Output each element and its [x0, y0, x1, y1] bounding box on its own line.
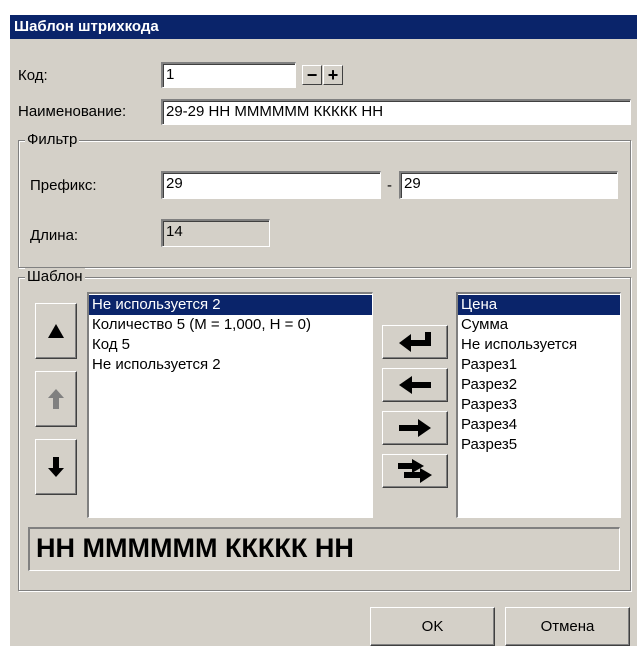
add-button[interactable] — [382, 368, 448, 402]
prefix-separator: - — [387, 177, 392, 194]
code-label: Код: — [18, 67, 48, 84]
code-field[interactable]: 1 — [161, 62, 296, 88]
template-group-title: Шаблон — [25, 268, 85, 285]
fields-list-item[interactable]: Разрез3 — [458, 395, 620, 415]
fields-list-item[interactable]: Сумма — [458, 315, 620, 335]
fields-list-item[interactable]: Разрез4 — [458, 415, 620, 435]
window-title: Шаблон штрихкода — [10, 15, 637, 39]
fields-list-item[interactable]: Разрез5 — [458, 435, 620, 455]
double-arrow-right-icon — [398, 459, 432, 483]
fields-list-item[interactable]: Не используется — [458, 335, 620, 355]
insert-button[interactable] — [382, 325, 448, 359]
length-label: Длина: — [30, 227, 79, 244]
return-arrow-icon — [399, 332, 431, 352]
template-list-item[interactable]: Количество 5 (М = 1,000, Н = 0) — [89, 315, 372, 335]
template-list-item[interactable]: Код 5 — [89, 335, 372, 355]
move-down-button[interactable] — [35, 439, 77, 495]
arrow-up-disabled-icon — [48, 389, 64, 409]
arrow-left-icon — [399, 376, 431, 394]
template-list-item[interactable]: Не используется 2 — [89, 355, 372, 375]
prefix-from-field[interactable]: 29 — [161, 171, 381, 199]
length-field: 14 — [161, 219, 270, 247]
filter-group-title: Фильтр — [25, 131, 80, 148]
fields-list-item[interactable]: Разрез1 — [458, 355, 620, 375]
arrow-down-icon — [48, 457, 64, 477]
filter-group: Фильтр — [18, 131, 631, 268]
template-list-item[interactable]: Не используется 2 — [89, 295, 372, 315]
name-label: Наименование: — [18, 103, 127, 120]
decrement-button[interactable]: − — [302, 65, 322, 85]
remove-button[interactable] — [382, 411, 448, 445]
barcode-template-dialog: Шаблон штрихкода Код: 1 − + Наименование… — [10, 15, 637, 646]
fields-list[interactable]: Цена Сумма Не используется Разрез1 Разре… — [456, 292, 621, 518]
move-up-button[interactable] — [35, 303, 77, 359]
move-top-button — [35, 371, 77, 427]
increment-button[interactable]: + — [323, 65, 343, 85]
remove-all-button[interactable] — [382, 454, 448, 488]
fields-list-item[interactable]: Разрез2 — [458, 375, 620, 395]
arrow-right-icon — [399, 419, 431, 437]
ok-button[interactable]: OK — [370, 607, 495, 646]
template-list[interactable]: Не используется 2 Количество 5 (М = 1,00… — [87, 292, 373, 518]
fields-list-item[interactable]: Цена — [458, 295, 620, 315]
triangle-up-icon — [48, 324, 64, 338]
cancel-button[interactable]: Отмена — [505, 607, 630, 646]
prefix-to-field[interactable]: 29 — [399, 171, 618, 199]
name-field[interactable]: 29-29 НН ММММММ ККККК НН — [161, 99, 631, 125]
prefix-label: Префикс: — [30, 177, 97, 194]
template-preview: НН ММММММ ККККК НН — [28, 527, 620, 571]
